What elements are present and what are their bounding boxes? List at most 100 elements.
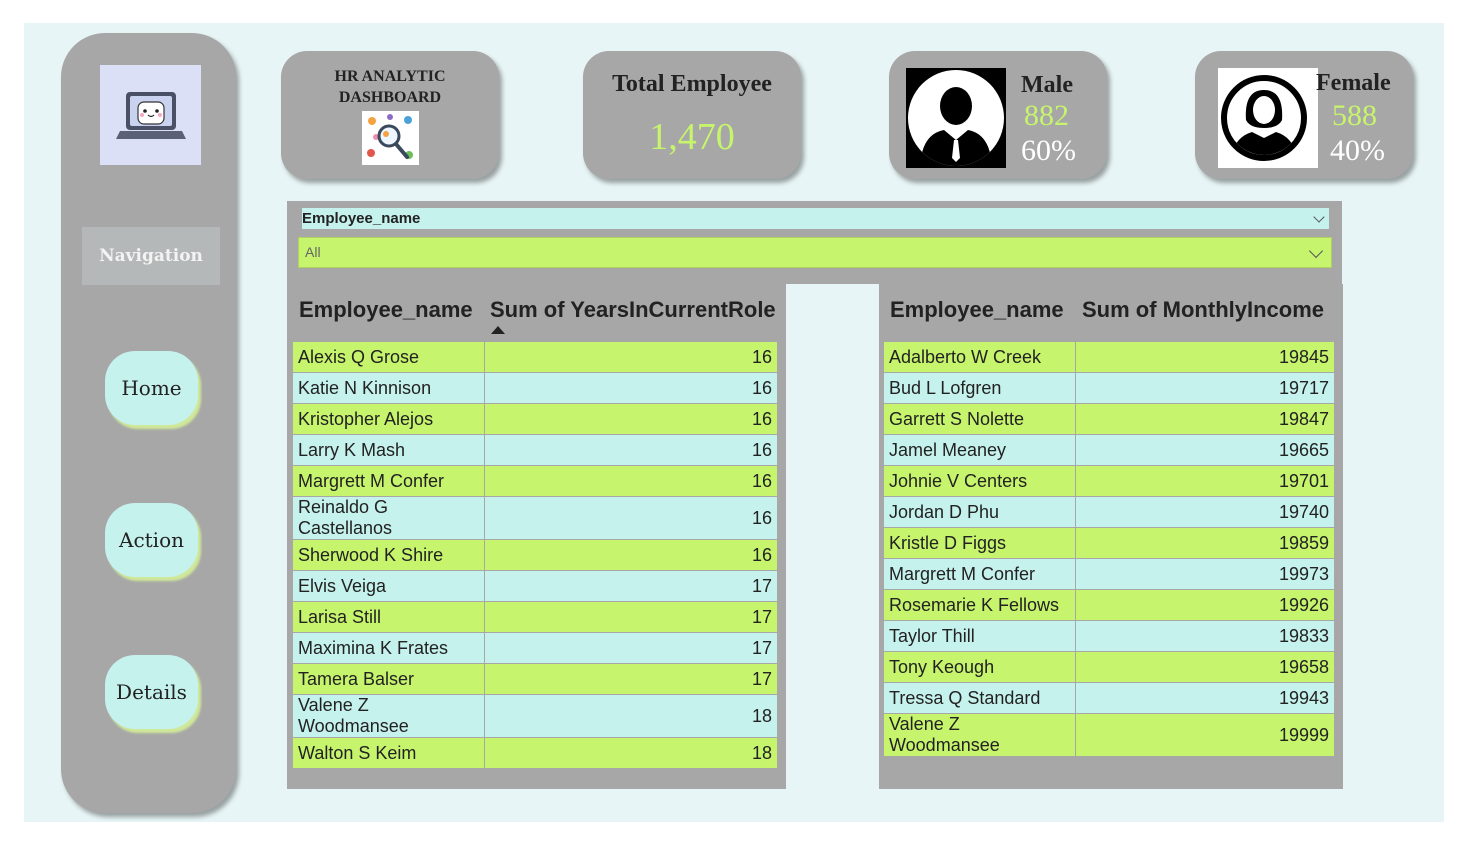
value-cell: 19740 xyxy=(1075,496,1334,528)
male-count: 882 xyxy=(1024,99,1069,132)
female-percent: 40% xyxy=(1330,134,1385,167)
female-card: Female 588 40% xyxy=(1195,51,1413,179)
table-row[interactable]: Elvis Veiga 17 xyxy=(293,570,777,602)
value-cell: 18 xyxy=(484,694,777,738)
employee-name-cell: Garrett S Nolette xyxy=(884,403,1076,435)
employee-name-cell: Tony Keough xyxy=(884,651,1076,683)
table-row[interactable]: Jamel Meaney 19665 xyxy=(884,434,1334,466)
table-row[interactable]: Larisa Still 17 xyxy=(293,601,777,633)
value-cell: 16 xyxy=(484,539,777,571)
male-card: Male 882 60% xyxy=(889,51,1107,179)
table-row[interactable]: Margrett M Confer 19973 xyxy=(884,558,1334,590)
table-row[interactable]: Johnie V Centers 19701 xyxy=(884,465,1334,497)
female-title: Female xyxy=(1316,70,1391,96)
employee-name-cell: Alexis Q Grose xyxy=(293,342,485,373)
employee-name-cell: Reinaldo G Castellanos xyxy=(293,496,485,540)
employee-name-cell: Adalberto W Creek xyxy=(884,342,1076,373)
female-person-icon xyxy=(1218,68,1318,168)
magnifier-collage-icon xyxy=(362,111,419,165)
title-line-1: HR ANALYTIC xyxy=(334,68,446,85)
value-cell: 19926 xyxy=(1075,589,1334,621)
value-cell: 19701 xyxy=(1075,465,1334,497)
table-row[interactable]: Tamera Balser 17 xyxy=(293,663,777,695)
table-row[interactable]: Sherwood K Shire 16 xyxy=(293,539,777,571)
employee-name-cell: Larisa Still xyxy=(293,601,485,633)
value-cell: 19717 xyxy=(1075,372,1334,404)
employee-name-cell: Kristle D Figgs xyxy=(884,527,1076,559)
navigation-label: Navigation xyxy=(82,227,220,285)
value-cell: 19847 xyxy=(1075,403,1334,435)
value-cell: 19999 xyxy=(1075,713,1334,757)
income-col-value-header[interactable]: Sum of MonthlyIncome xyxy=(1082,297,1324,323)
table-row[interactable]: Tressa Q Standard 19943 xyxy=(884,682,1334,714)
table-row[interactable]: Rosemarie K Fellows 19926 xyxy=(884,589,1334,621)
sort-ascending-icon[interactable] xyxy=(491,326,505,334)
income-table: Adalberto W Creek 19845 Bud L Lofgren 19717… xyxy=(884,342,1334,757)
laptop-mascot-icon xyxy=(100,65,201,165)
table-row[interactable]: Taylor Thill 19833 xyxy=(884,620,1334,652)
employee-name-cell: Tressa Q Standard xyxy=(884,682,1076,714)
employee-name-cell: Bud L Lofgren xyxy=(884,372,1076,404)
value-cell: 16 xyxy=(484,465,777,497)
table-row[interactable]: Tony Keough 19658 xyxy=(884,651,1334,683)
table-row[interactable]: Garrett S Nolette 19847 xyxy=(884,403,1334,435)
employee-name-cell: Tamera Balser xyxy=(293,663,485,695)
table-row[interactable]: Walton S Keim 18 xyxy=(293,737,777,769)
value-cell: 19859 xyxy=(1075,527,1334,559)
employee-name-cell: Johnie V Centers xyxy=(884,465,1076,497)
slicer-field-label: Employee_name xyxy=(302,210,421,227)
value-cell: 16 xyxy=(484,434,777,466)
years-col-value-header[interactable]: Sum of YearsInCurrentRole xyxy=(490,297,776,323)
employee-name-cell: Margrett M Confer xyxy=(293,465,485,497)
table-row[interactable]: Jordan D Phu 19740 xyxy=(884,496,1334,528)
employee-name-cell: Rosemarie K Fellows xyxy=(884,589,1076,621)
employee-name-cell: Valene Z Woodmansee xyxy=(884,713,1076,757)
female-count: 588 xyxy=(1332,99,1377,132)
employee-name-cell: Valene Z Woodmansee xyxy=(293,694,485,738)
value-cell: 16 xyxy=(484,342,777,373)
chevron-down-icon[interactable] xyxy=(1313,211,1325,223)
details-button[interactable]: Details xyxy=(105,655,198,729)
table-row[interactable]: Kristle D Figgs 19859 xyxy=(884,527,1334,559)
slicer-dropdown[interactable]: All xyxy=(298,237,1332,268)
value-cell: 19833 xyxy=(1075,620,1334,652)
value-cell: 17 xyxy=(484,570,777,602)
value-cell: 19658 xyxy=(1075,651,1334,683)
table-row[interactable]: Maximina K Frates 17 xyxy=(293,632,777,664)
table-row[interactable]: Reinaldo G Castellanos 16 xyxy=(293,496,777,540)
total-employee-card: Total Employee 1,470 xyxy=(583,51,801,179)
value-cell: 19973 xyxy=(1075,558,1334,590)
slicer-header[interactable]: Employee_name xyxy=(302,208,1329,229)
table-row[interactable]: Alexis Q Grose 16 xyxy=(293,342,777,373)
value-cell: 17 xyxy=(484,601,777,633)
table-row[interactable]: Kristopher Alejos 16 xyxy=(293,403,777,435)
value-cell: 16 xyxy=(484,496,777,540)
action-button[interactable]: Action xyxy=(105,503,198,577)
employee-name-cell: Maximina K Frates xyxy=(293,632,485,664)
table-row[interactable]: Bud L Lofgren 19717 xyxy=(884,372,1334,404)
male-title: Male xyxy=(1021,72,1073,98)
total-employee-title: Total Employee xyxy=(612,71,772,97)
table-row[interactable]: Margrett M Confer 16 xyxy=(293,465,777,497)
years-table: Alexis Q Grose 16 Katie N Kinnison 16 Kristo… xyxy=(293,342,777,769)
home-button[interactable]: Home xyxy=(105,351,198,425)
years-col-name-header[interactable]: Employee_name xyxy=(299,297,473,323)
table-row[interactable]: Katie N Kinnison 16 xyxy=(293,372,777,404)
employee-name-cell: Sherwood K Shire xyxy=(293,539,485,571)
male-person-icon xyxy=(906,68,1006,168)
title-card: HR ANALYTIC DASHBOARD xyxy=(281,51,499,179)
table-row[interactable]: Valene Z Woodmansee 18 xyxy=(293,694,777,738)
employee-name-cell: Elvis Veiga xyxy=(293,570,485,602)
table-row[interactable]: Larry K Mash 16 xyxy=(293,434,777,466)
employee-name-cell: Margrett M Confer xyxy=(884,558,1076,590)
income-col-name-header[interactable]: Employee_name xyxy=(890,297,1064,323)
employee-name-cell: Katie N Kinnison xyxy=(293,372,485,404)
title-line-2: DASHBOARD xyxy=(338,89,442,106)
table-row[interactable]: Adalberto W Creek 19845 xyxy=(884,342,1334,373)
chevron-down-icon[interactable] xyxy=(1308,243,1324,259)
table-row[interactable]: Valene Z Woodmansee 19999 xyxy=(884,713,1334,757)
value-cell: 19943 xyxy=(1075,682,1334,714)
value-cell: 19845 xyxy=(1075,342,1334,373)
value-cell: 19665 xyxy=(1075,434,1334,466)
dashboard-title: HR ANALYTIC DASHBOARD xyxy=(281,66,499,108)
